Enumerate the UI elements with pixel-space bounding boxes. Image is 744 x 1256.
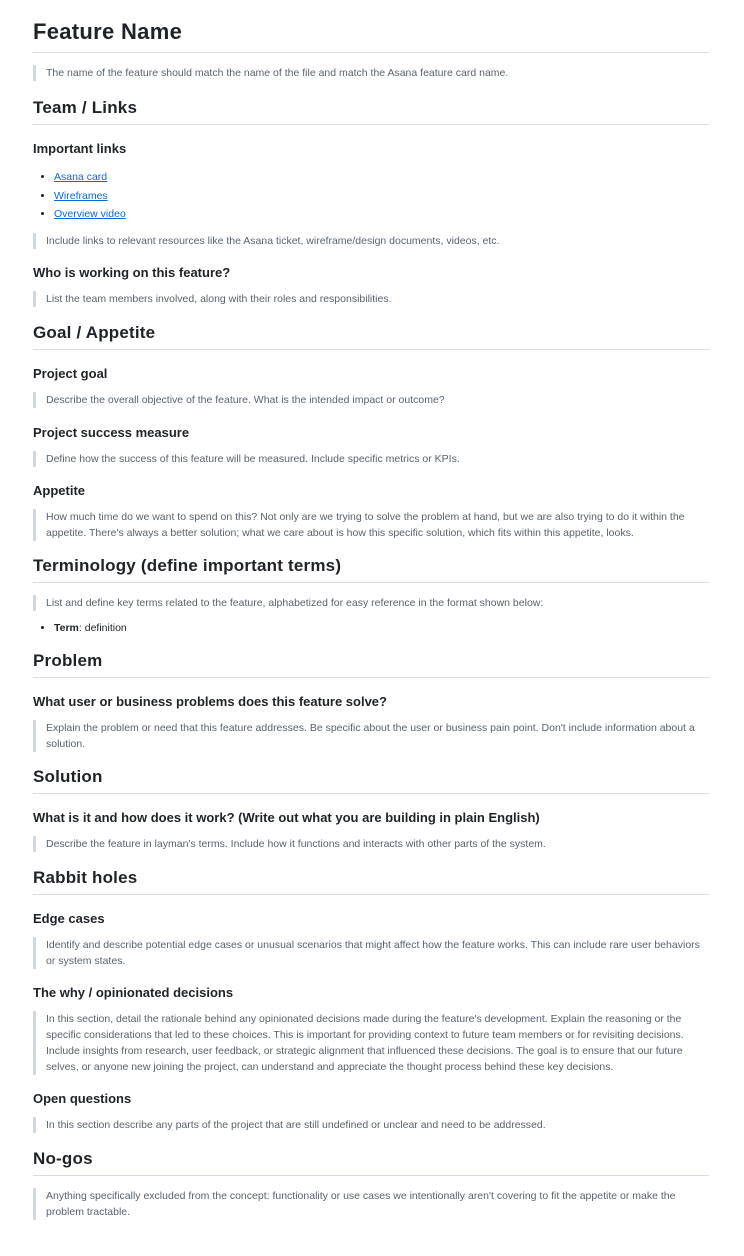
who-note-blockquote: List the team members involved, along wi… xyxy=(33,290,709,307)
list-item: Term: definition xyxy=(54,619,709,638)
heading-solution-question: What is it and how does it work? (Write … xyxy=(33,810,540,825)
page-title: Feature Name xyxy=(33,19,709,53)
heading-problem-question: What user or business problems does this… xyxy=(33,694,387,709)
list-item: Asana card xyxy=(54,168,709,187)
list-item: Overview video xyxy=(54,205,709,224)
heading-important-links: Important links xyxy=(33,141,127,156)
heading-why-decisions: The why / opinionated decisions xyxy=(33,985,234,1000)
term-definition: : definition xyxy=(78,621,127,634)
heading-project-goal: Project goal xyxy=(33,365,108,381)
no-gos-blockquote: Anything specifically excluded from the … xyxy=(33,1188,709,1220)
edge-cases-blockquote: Identify and describe potential edge cas… xyxy=(33,937,709,969)
overview-video-link[interactable]: Overview video xyxy=(54,208,126,220)
heading-rabbit-holes: Rabbit holes xyxy=(33,868,709,895)
project-goal-blockquote: Describe the overall objective of the fe… xyxy=(33,391,709,408)
markdown-document: Feature Name The name of the feature sho… xyxy=(0,0,744,1220)
solution-blockquote: Describe the feature in layman's terms. … xyxy=(33,836,709,852)
heading-problem: Problem xyxy=(33,651,709,678)
heading-appetite: Appetite xyxy=(33,482,85,498)
heading-open-questions: Open questions xyxy=(33,1091,132,1106)
why-decisions-blockquote: In this section, detail the rationale be… xyxy=(33,1011,709,1075)
open-questions-blockquote: In this section describe any parts of th… xyxy=(33,1117,709,1133)
list-item: Wireframes xyxy=(54,187,709,206)
heading-goal-appetite: Goal / Appetite xyxy=(33,323,709,350)
heading-who: Who is working on this feature? xyxy=(33,264,231,280)
heading-edge-cases: Edge cases xyxy=(33,911,105,926)
term-label: Term xyxy=(54,621,79,634)
appetite-blockquote: How much time do we want to spend on thi… xyxy=(33,508,709,541)
links-list: Asana card Wireframes Overview video xyxy=(33,168,709,224)
terminology-blockquote: List and define key terms related to the… xyxy=(33,594,709,611)
problem-blockquote: Explain the problem or need that this fe… xyxy=(33,720,709,752)
asana-card-link[interactable]: Asana card xyxy=(54,171,107,183)
links-note-blockquote: Include links to relevant resources like… xyxy=(33,232,709,249)
heading-no-gos: No-gos xyxy=(33,1149,709,1176)
wireframes-link[interactable]: Wireframes xyxy=(54,190,108,202)
title-note-blockquote: The name of the feature should match the… xyxy=(33,65,709,81)
heading-terminology: Terminology (define important terms) xyxy=(33,556,709,583)
terms-list: Term: definition xyxy=(33,619,709,638)
heading-success-measure: Project success measure xyxy=(33,424,190,440)
success-measure-blockquote: Define how the success of this feature w… xyxy=(33,450,709,467)
heading-team-links: Team / Links xyxy=(33,98,709,125)
heading-solution: Solution xyxy=(33,767,709,794)
